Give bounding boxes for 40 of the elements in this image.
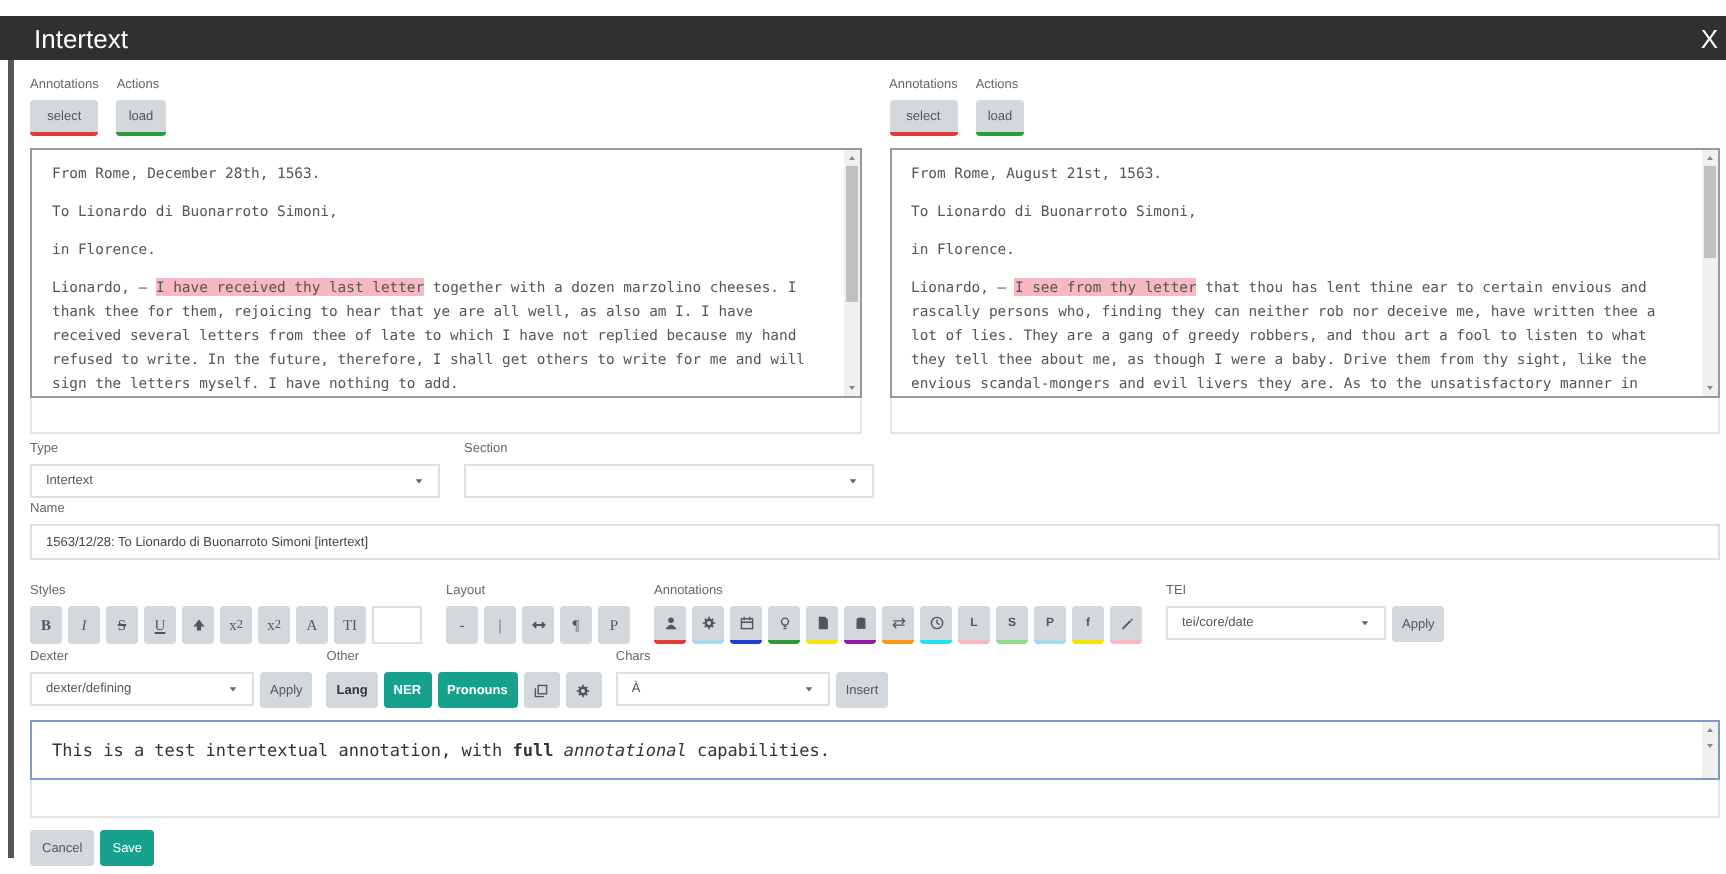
annotation-button[interactable] bbox=[768, 606, 800, 644]
caret-icon bbox=[1360, 618, 1370, 628]
double-arrow-icon bbox=[531, 618, 545, 632]
arrow-up-icon bbox=[191, 618, 205, 632]
gear-icon bbox=[576, 683, 591, 697]
caret-icon bbox=[848, 476, 858, 486]
caret-icon bbox=[228, 684, 238, 694]
caret-icon bbox=[803, 684, 814, 694]
caret-icon bbox=[414, 476, 424, 486]
tool-button[interactable] bbox=[565, 672, 602, 708]
swap-icon bbox=[891, 616, 905, 630]
scrollbar[interactable] bbox=[1702, 150, 1718, 396]
scrollbar[interactable] bbox=[843, 150, 859, 396]
annotation-editor[interactable]: This is a test intertextual annotation, with full annotational capabilities. bbox=[30, 720, 1720, 780]
database-icon bbox=[853, 616, 867, 630]
annotation-button[interactable] bbox=[844, 606, 876, 644]
empty-field[interactable] bbox=[889, 398, 1720, 434]
layout-button[interactable] bbox=[522, 606, 554, 644]
annotation-button[interactable] bbox=[730, 606, 762, 644]
bulb-icon bbox=[777, 616, 791, 630]
pencil-icon bbox=[1119, 616, 1133, 630]
text-pane[interactable] bbox=[30, 148, 861, 398]
document-icon bbox=[815, 616, 829, 630]
empty-field[interactable] bbox=[30, 398, 861, 434]
text-pane[interactable] bbox=[889, 148, 1720, 398]
copy-icon bbox=[534, 683, 549, 697]
style-field[interactable] bbox=[372, 606, 422, 644]
close-button[interactable]: X bbox=[1700, 23, 1718, 53]
window-title: Intertext bbox=[34, 23, 128, 53]
person-icon bbox=[663, 616, 677, 630]
style-button[interactable] bbox=[182, 606, 214, 644]
calendar-icon bbox=[739, 616, 753, 630]
scrollbar[interactable] bbox=[1702, 722, 1718, 778]
annotation-button[interactable] bbox=[654, 606, 686, 644]
clock-icon bbox=[929, 616, 943, 630]
tool-button[interactable] bbox=[523, 672, 560, 708]
empty-field[interactable] bbox=[30, 780, 1720, 818]
annotation-text: This is a test intertextual annotation, with full annotational capabilities. bbox=[50, 740, 832, 766]
gear-icon bbox=[701, 616, 715, 630]
annotation-button[interactable] bbox=[882, 606, 914, 644]
